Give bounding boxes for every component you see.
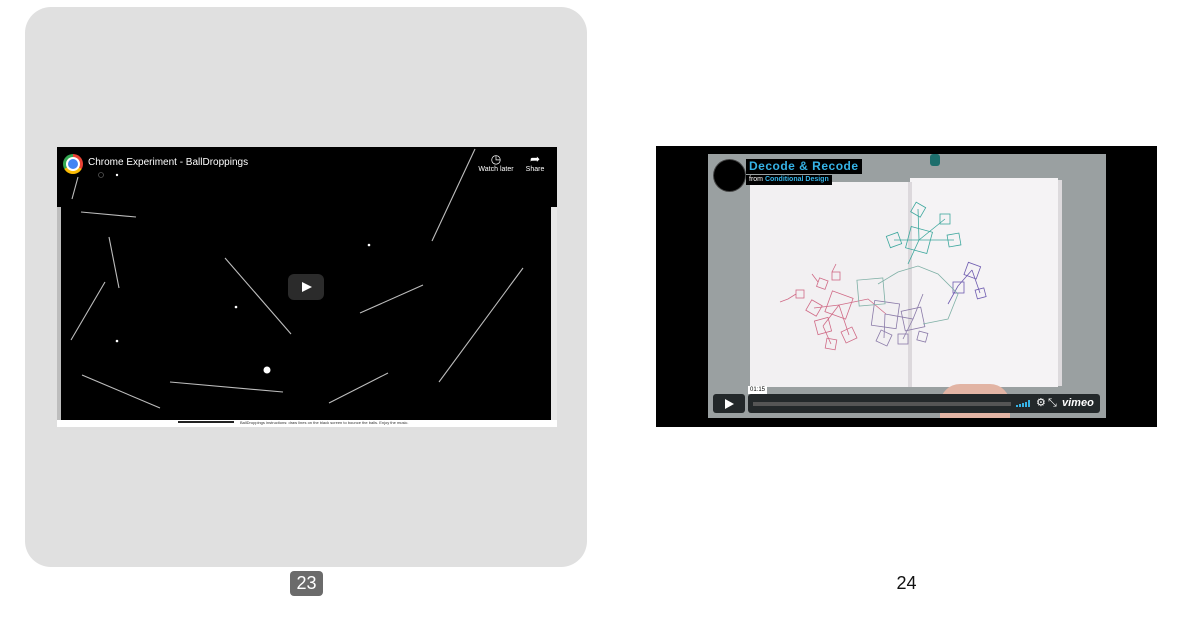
watch-later-label: Watch later xyxy=(478,166,514,173)
control-bar: ⚙ ⤡ vimeo xyxy=(748,394,1100,413)
fractal-drawing xyxy=(779,201,987,351)
time-tooltip: 01:15 xyxy=(748,386,768,394)
footer-bar xyxy=(178,421,234,423)
watch-later-button[interactable]: ◷ Watch later xyxy=(473,152,519,173)
page-number: 24 xyxy=(896,573,917,593)
page-number-badge: 23 xyxy=(290,571,323,596)
progress-track[interactable] xyxy=(753,402,1011,406)
share-label: Share xyxy=(525,166,545,173)
video-frame[interactable]: Decode & Recode from Conditional Design … xyxy=(708,154,1106,418)
vimeo-embed[interactable]: Decode & Recode from Conditional Design … xyxy=(656,146,1157,427)
fullscreen-icon[interactable]: ⤡ xyxy=(1048,396,1057,410)
browser-edge-left xyxy=(57,207,61,420)
share-button[interactable]: ➦ Share xyxy=(520,152,550,173)
volume-icon[interactable] xyxy=(1016,400,1030,407)
clock-icon: ◷ xyxy=(490,152,502,166)
share-icon: ➦ xyxy=(529,152,541,166)
page-footer-strip: BallDroppings instructions: draw lines o… xyxy=(57,420,557,427)
chrome-logo-icon[interactable] xyxy=(63,154,83,174)
avatar[interactable] xyxy=(714,160,745,191)
browser-edge-right xyxy=(551,207,557,420)
byline-from: from xyxy=(749,176,763,183)
video-title[interactable]: Chrome Experiment - BallDroppings xyxy=(88,157,248,168)
youtube-embed[interactable]: Chrome Experiment - BallDroppings ◷ Watc… xyxy=(57,147,557,427)
video-title[interactable]: Decode & Recode xyxy=(746,159,862,174)
byline-link[interactable]: Conditional Design xyxy=(765,176,829,183)
play-button[interactable] xyxy=(713,394,745,413)
settings-icon[interactable]: ⚙ xyxy=(1036,396,1046,410)
play-button[interactable] xyxy=(288,274,324,300)
vimeo-logo[interactable]: vimeo xyxy=(1062,397,1094,409)
video-byline: from Conditional Design xyxy=(746,175,832,185)
instructions-text: BallDroppings instructions: draw lines o… xyxy=(240,420,409,425)
